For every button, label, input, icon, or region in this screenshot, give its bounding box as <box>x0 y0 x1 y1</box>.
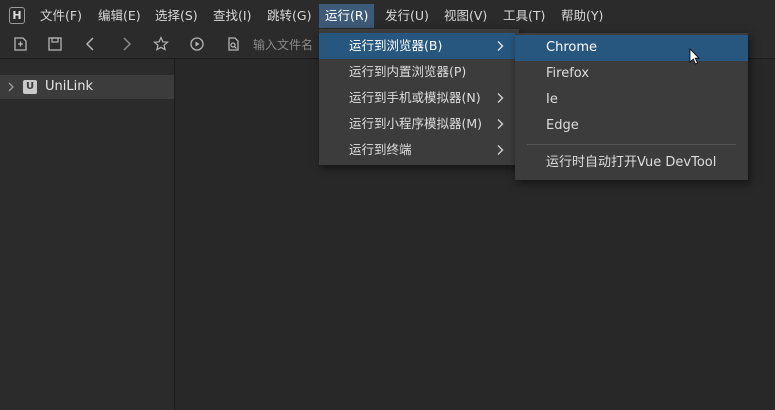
new-file-icon[interactable] <box>11 35 29 53</box>
browser-edge-item[interactable]: Edge <box>515 113 748 139</box>
forward-icon[interactable] <box>117 35 135 53</box>
back-icon[interactable] <box>82 35 100 53</box>
run-in-browser-item[interactable]: 运行到浏览器(B) <box>319 33 519 59</box>
menu-edit[interactable]: 编辑(E) <box>92 4 147 28</box>
run-in-builtin-browser-item[interactable]: 运行到内置浏览器(P) <box>319 59 519 85</box>
project-tree-item[interactable]: U UniLink <box>0 75 174 99</box>
menu-item-label: Ie <box>546 92 558 107</box>
menu-item-label: 运行时自动打开Vue DevTool <box>546 155 717 170</box>
menu-help[interactable]: 帮助(Y) <box>555 4 609 28</box>
browser-ie-item[interactable]: Ie <box>515 87 748 113</box>
submenu-arrow-icon <box>495 40 505 52</box>
project-icon: U <box>23 80 37 94</box>
menu-item-label: Chrome <box>546 40 597 55</box>
submenu-arrow-icon <box>495 118 505 130</box>
auto-open-devtool-item[interactable]: 运行时自动打开Vue DevTool <box>515 150 748 176</box>
chevron-right-icon[interactable] <box>6 81 16 93</box>
menu-item-label: Edge <box>546 118 579 133</box>
save-icon[interactable] <box>46 35 64 53</box>
run-in-terminal-item[interactable]: 运行到终端 <box>319 137 519 163</box>
menu-file[interactable]: 文件(F) <box>34 4 88 28</box>
menu-item-label: 运行到浏览器(B) <box>349 38 443 53</box>
menu-item-label: Firefox <box>546 66 590 81</box>
search-file-icon <box>224 35 242 53</box>
menu-publish[interactable]: 发行(U) <box>379 4 435 28</box>
run-in-miniprogram-item[interactable]: 运行到小程序模拟器(M) <box>319 111 519 137</box>
menu-tools[interactable]: 工具(T) <box>497 4 551 28</box>
file-search-input[interactable] <box>253 36 323 54</box>
menu-item-label: 运行到小程序模拟器(M) <box>349 116 483 131</box>
menu-divider <box>527 144 736 145</box>
menu-select[interactable]: 选择(S) <box>149 4 204 28</box>
app-logo-icon: H <box>9 7 25 24</box>
browser-submenu: Chrome Firefox Ie Edge 运行时自动打开Vue DevToo… <box>515 33 748 180</box>
browser-firefox-item[interactable]: Firefox <box>515 61 748 87</box>
browser-chrome-item[interactable]: Chrome <box>515 35 748 61</box>
menu-run[interactable]: 运行(R) <box>319 4 375 28</box>
project-sidebar: U UniLink <box>0 59 175 410</box>
submenu-arrow-icon <box>495 144 505 156</box>
mouse-cursor-icon <box>689 48 701 66</box>
run-menu-dropdown: 运行到浏览器(B) 运行到内置浏览器(P) 运行到手机或模拟器(N) 运行到小程… <box>319 29 519 165</box>
menu-goto[interactable]: 跳转(G) <box>261 4 317 28</box>
menu-view[interactable]: 视图(V) <box>438 4 493 28</box>
menu-find[interactable]: 查找(I) <box>207 4 257 28</box>
star-icon[interactable] <box>152 35 170 53</box>
submenu-arrow-icon <box>495 92 505 104</box>
menu-item-label: 运行到手机或模拟器(N) <box>349 90 481 105</box>
menu-item-label: 运行到终端 <box>349 142 412 157</box>
run-on-device-item[interactable]: 运行到手机或模拟器(N) <box>319 85 519 111</box>
menu-item-label: 运行到内置浏览器(P) <box>349 64 467 79</box>
run-icon[interactable] <box>188 35 206 53</box>
project-name: UniLink <box>45 79 93 94</box>
